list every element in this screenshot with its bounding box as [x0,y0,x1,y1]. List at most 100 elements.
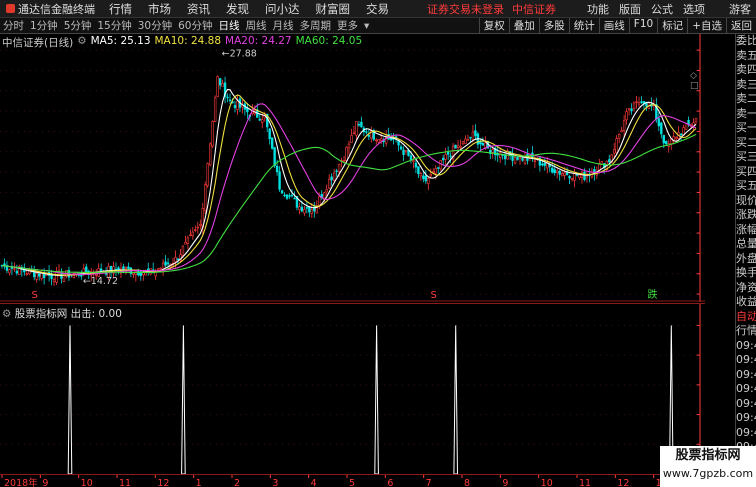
menu-function[interactable]: 功能 [582,1,614,17]
back-button[interactable]: 返回 [726,18,756,33]
indicator-spike [67,325,73,475]
menu-formula[interactable]: 公式 [646,1,678,17]
date-label: 5 [349,478,355,487]
candle-body [213,97,217,122]
indicator-chart-svg[interactable]: 1.000.800.600.400.20 [0,304,729,476]
menu-market[interactable]: 行情 [101,1,140,17]
indicator-chart[interactable]: 1.000.800.600.400.20 ⚙ 股票指标网 出击: 0.00 [0,303,729,476]
quote-label: 09:47 [736,425,756,439]
candle-body [211,121,214,147]
tab-period-9[interactable]: 多周期 [297,18,335,33]
candle-body [461,141,465,145]
candle-body [551,167,554,173]
candle-body [414,162,418,168]
adjust-button[interactable]: 复权 [478,18,509,33]
logo-icon [6,4,15,13]
candle-body [196,226,200,229]
candle-body [491,149,494,153]
candle-body [327,178,331,189]
login-warning[interactable]: 证券交易未登录 [427,1,504,17]
candle-body [630,108,633,112]
tab-period-daily[interactable]: 日线 [216,18,243,33]
quote-label: 委比 [736,34,756,47]
tab-period-3[interactable]: 15分钟 [94,18,134,33]
tab-period-0[interactable]: 分时 [0,18,27,33]
price-chart[interactable]: 28.0027.0026.0025.0024.0023.0022.0021.00… [0,34,736,302]
date-label: 4 [311,478,317,487]
f10-button[interactable]: F10 [628,18,657,33]
candle-body [632,102,636,109]
settings-icon[interactable]: ⚙ [77,35,86,50]
chevron-down-icon[interactable]: ▾ [361,20,372,32]
multi-stock-button[interactable]: 多股 [538,18,569,33]
tab-period-2[interactable]: 5分钟 [61,18,95,33]
draw-line-button[interactable]: 画线 [598,18,629,33]
candle-body [303,209,306,214]
candle-body [424,175,428,182]
price-chart-svg[interactable]: 28.0027.0026.0025.0024.0023.0022.0021.00… [0,34,736,302]
tab-period-4[interactable]: 30分钟 [135,18,175,33]
quote-label: 行情 [736,324,756,337]
quote-label: 外盘 [736,251,756,265]
stock-title: 中信证券(日线) [2,37,74,49]
collapse-icon[interactable]: ◇ [690,71,697,81]
candle-body [258,118,261,121]
tab-period-more[interactable]: 更多 [334,18,361,33]
quote-label: 换手 [736,266,756,279]
candle-body [449,155,452,158]
tab-period-8[interactable]: 月线 [270,18,297,33]
menu-ask[interactable]: 问小达 [257,1,308,17]
add-watchlist-button[interactable]: +自选 [687,18,726,33]
date-axis: 2018年910111212345678910111212 [0,474,705,487]
candle-body [273,147,276,167]
overlay-button[interactable]: 叠加 [508,18,539,33]
ma60-value: 24.05 [332,35,363,47]
quote-label: 净资 [736,280,756,294]
menu-layout[interactable]: 版面 [614,1,646,17]
tab-period-7[interactable]: 周线 [243,18,270,33]
candle-body [533,160,537,162]
menu-markets[interactable]: 市场 [140,1,179,17]
candle-body [132,272,135,275]
menu-news[interactable]: 资讯 [179,1,218,17]
user-name[interactable]: 游客 [724,1,756,17]
date-label: 2018年 [4,477,38,487]
stats-button[interactable]: 统计 [568,18,599,33]
candle-body [337,163,341,172]
candle-body [399,146,403,150]
ma-legend: 中信证券(日线) ⚙ MA5: 25.13 MA10: 24.88 MA20: … [2,35,362,50]
quote-label: 卖一 [736,106,756,120]
ma10-value: 24.88 [190,35,222,47]
quote-panel: 委比 卖五 卖四 卖三 卖二 卖一 买一 买二 买三 买四 买五 现价 涨跌 涨幅 总量 外盘 换手 净资 收益 自动… [735,34,756,487]
close-icon[interactable]: □ [690,81,699,91]
candle-body [233,105,237,109]
tab-period-1[interactable]: 1分钟 [27,18,61,33]
mark-button[interactable]: 标记 [657,18,687,33]
chart-window-icons[interactable]: ◇ □ [690,71,705,91]
menu-options[interactable]: 选项 [678,1,710,17]
quote-label: 09:47 [736,411,756,424]
menu-trade[interactable]: 交易 [358,1,397,17]
candle-body [454,144,457,149]
candle-body [568,175,571,179]
candle-body [513,157,517,164]
date-label: 8 [464,478,470,487]
menu-discover[interactable]: 发现 [218,1,257,17]
candle-body [283,194,286,197]
watermark: 股票指标网 www.7gpzb.com [660,446,756,487]
candle-body [694,118,698,123]
indicator-spike [181,325,186,475]
tab-period-5[interactable]: 60分钟 [175,18,215,33]
price-annotation: ←14.72 [83,276,118,287]
candle-body [293,197,296,200]
menu-wealth[interactable]: 财富圈 [308,1,359,17]
candle-body [640,101,643,104]
candle-body [471,131,475,141]
candle-body [236,100,239,110]
settings-icon[interactable]: ⚙ [2,308,11,320]
candle-body [206,163,209,186]
ma20-value: 24.27 [261,35,292,47]
broker-name[interactable]: 中信证券 [512,1,556,17]
candle-body [662,135,665,144]
candle-body [412,160,415,163]
